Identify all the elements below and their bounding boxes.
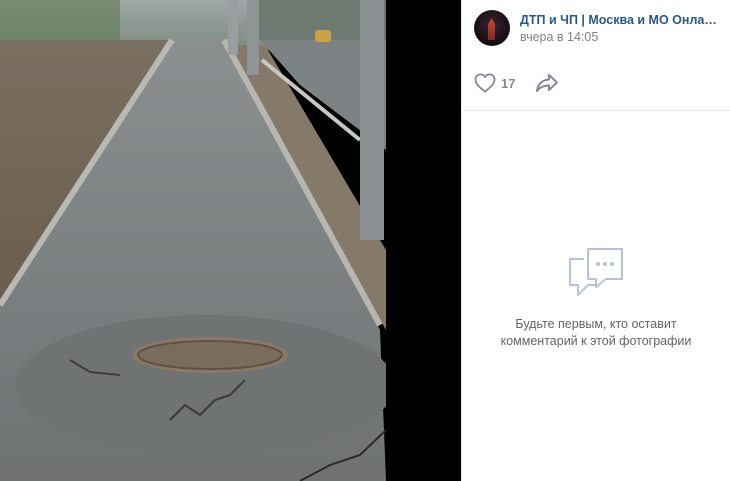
share-arrow-icon <box>536 74 559 92</box>
post-header-text: ДТП и ЧП | Москва и МО Онлайн | ... вчер… <box>520 12 718 45</box>
post-side-panel: ДТП и ЧП | Москва и МО Онлайн | ... вчер… <box>461 0 730 481</box>
like-count: 17 <box>501 75 516 91</box>
share-button[interactable] <box>535 68 559 98</box>
avatar[interactable] <box>474 10 510 46</box>
comments-empty-state: Будьте первым, кто оставит комментарий к… <box>462 245 730 350</box>
comments-empty-line-1: Будьте первым, кто оставит <box>515 317 677 331</box>
photo-area[interactable] <box>0 0 461 481</box>
post-header: ДТП и ЧП | Москва и МО Онлайн | ... вчер… <box>462 0 730 56</box>
photo[interactable] <box>0 0 386 481</box>
author-name-link[interactable]: ДТП и ЧП | Москва и МО Онлайн | ... <box>520 12 718 28</box>
like-button[interactable]: 17 <box>474 68 515 98</box>
post-date[interactable]: вчера в 14:05 <box>520 29 718 45</box>
comments-empty-text: Будьте первым, кто оставит комментарий к… <box>462 316 730 350</box>
chat-bubbles-icon <box>569 248 623 296</box>
heart-outline-icon <box>474 73 496 93</box>
post-actions: 17 <box>462 56 730 111</box>
kremlin-tower-icon <box>488 18 495 40</box>
sidewalk-photo <box>0 0 386 481</box>
photo-viewer: ДТП и ЧП | Москва и МО Онлайн | ... вчер… <box>0 0 730 481</box>
comments-empty-line-2: комментарий к этой фотографии <box>500 334 692 348</box>
